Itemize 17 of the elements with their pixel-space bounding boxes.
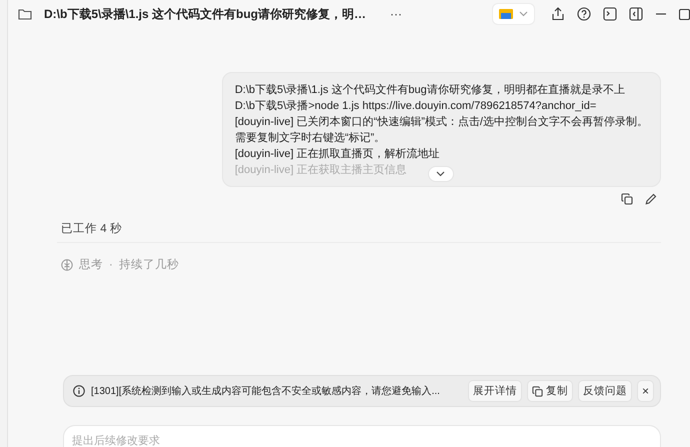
- close-button[interactable]: ×: [636, 380, 654, 402]
- thinking-duration: 持续了几秒: [118, 258, 179, 272]
- message-input-field[interactable]: 提出后续修改要求: [63, 425, 661, 447]
- copy-button[interactable]: 复制: [526, 380, 573, 402]
- message-line: D:\b下载5\录播>node 1.js https://live.douyin.com/7896218574?anchor_id=: [234, 99, 596, 114]
- message-line: D:\b下载5\录播\1.js 这个代码文件有bug请你研究修复，明明都在直播就是录不上: [234, 82, 625, 98]
- more-button[interactable]: ···: [386, 7, 406, 21]
- elapsed-time-text: 已工作 4 秒: [61, 222, 123, 236]
- message-line: 需要复制文字时右键选“标记”。: [234, 130, 386, 146]
- message-line: [douyin-live] 正在抓取直播页，解析流地址: [234, 146, 440, 162]
- message-line: [douyin-live] 已关闭本窗口的“快速编辑”模式：点击/选中控制台文字不会再暂停录制。: [234, 114, 648, 130]
- message-line: [douyin-live] 正在获取主播主页信息: [234, 162, 407, 178]
- window-title: D:\b下载5\录播\1.js 这个代码文件有bug请你研究修复，明…: [44, 6, 366, 22]
- separator-dot: ·: [109, 258, 113, 270]
- banner-button[interactable]: 展开详情: [468, 380, 522, 402]
- warning-message: [1301][系统检测到输入或生成内容可能包含不安全或敏感内容，请您避免输入...: [91, 384, 441, 398]
- banner-button[interactable]: 反馈问题: [578, 380, 632, 402]
